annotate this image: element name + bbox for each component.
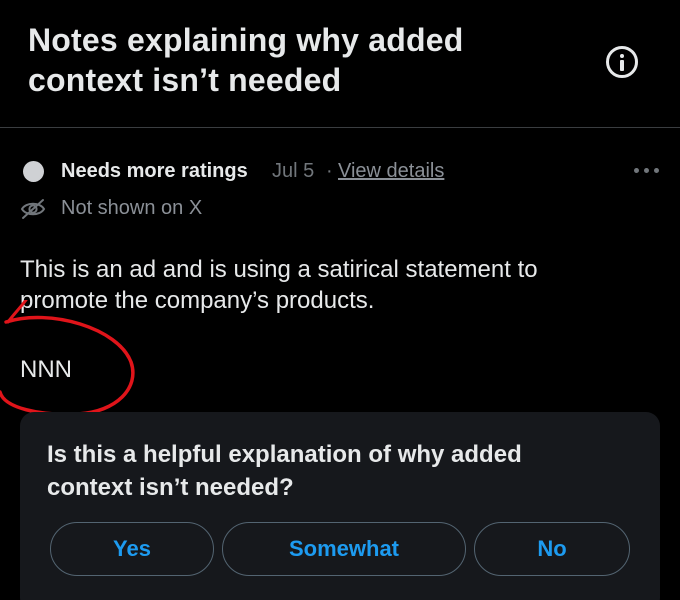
rating-question: Is this a helpful explanation of why add… (47, 441, 522, 501)
no-button[interactable]: No (474, 522, 630, 576)
notes-page: Notes explaining why added context isn’t… (0, 0, 680, 600)
rating-card: Is this a helpful explanation of why add… (20, 412, 660, 600)
more-options-icon[interactable] (632, 160, 662, 180)
somewhat-button[interactable]: Somewhat (222, 522, 466, 576)
visibility-label: Not shown on X (61, 197, 203, 219)
note-text: This is an ad and is using a satirical s… (20, 256, 538, 314)
eye-off-icon (20, 199, 46, 219)
view-details-link[interactable]: View details (338, 160, 444, 183)
separator: · (326, 160, 333, 182)
page-title: Notes explaining why added context isn’t… (28, 22, 464, 98)
page-header: Notes explaining why added context isn’t… (0, 0, 680, 128)
visibility-row: Not shown on X (20, 196, 420, 224)
note-status-row: Needs more ratings Jul 5 · View details (20, 156, 660, 188)
note-signature: NNN (20, 356, 72, 383)
yes-button[interactable]: Yes (50, 522, 214, 576)
note-date: Jul 5 (272, 160, 315, 182)
status-label: Needs more ratings (61, 160, 248, 182)
header-divider (0, 127, 680, 128)
status-dot-icon (23, 161, 44, 182)
info-icon[interactable] (606, 46, 638, 78)
